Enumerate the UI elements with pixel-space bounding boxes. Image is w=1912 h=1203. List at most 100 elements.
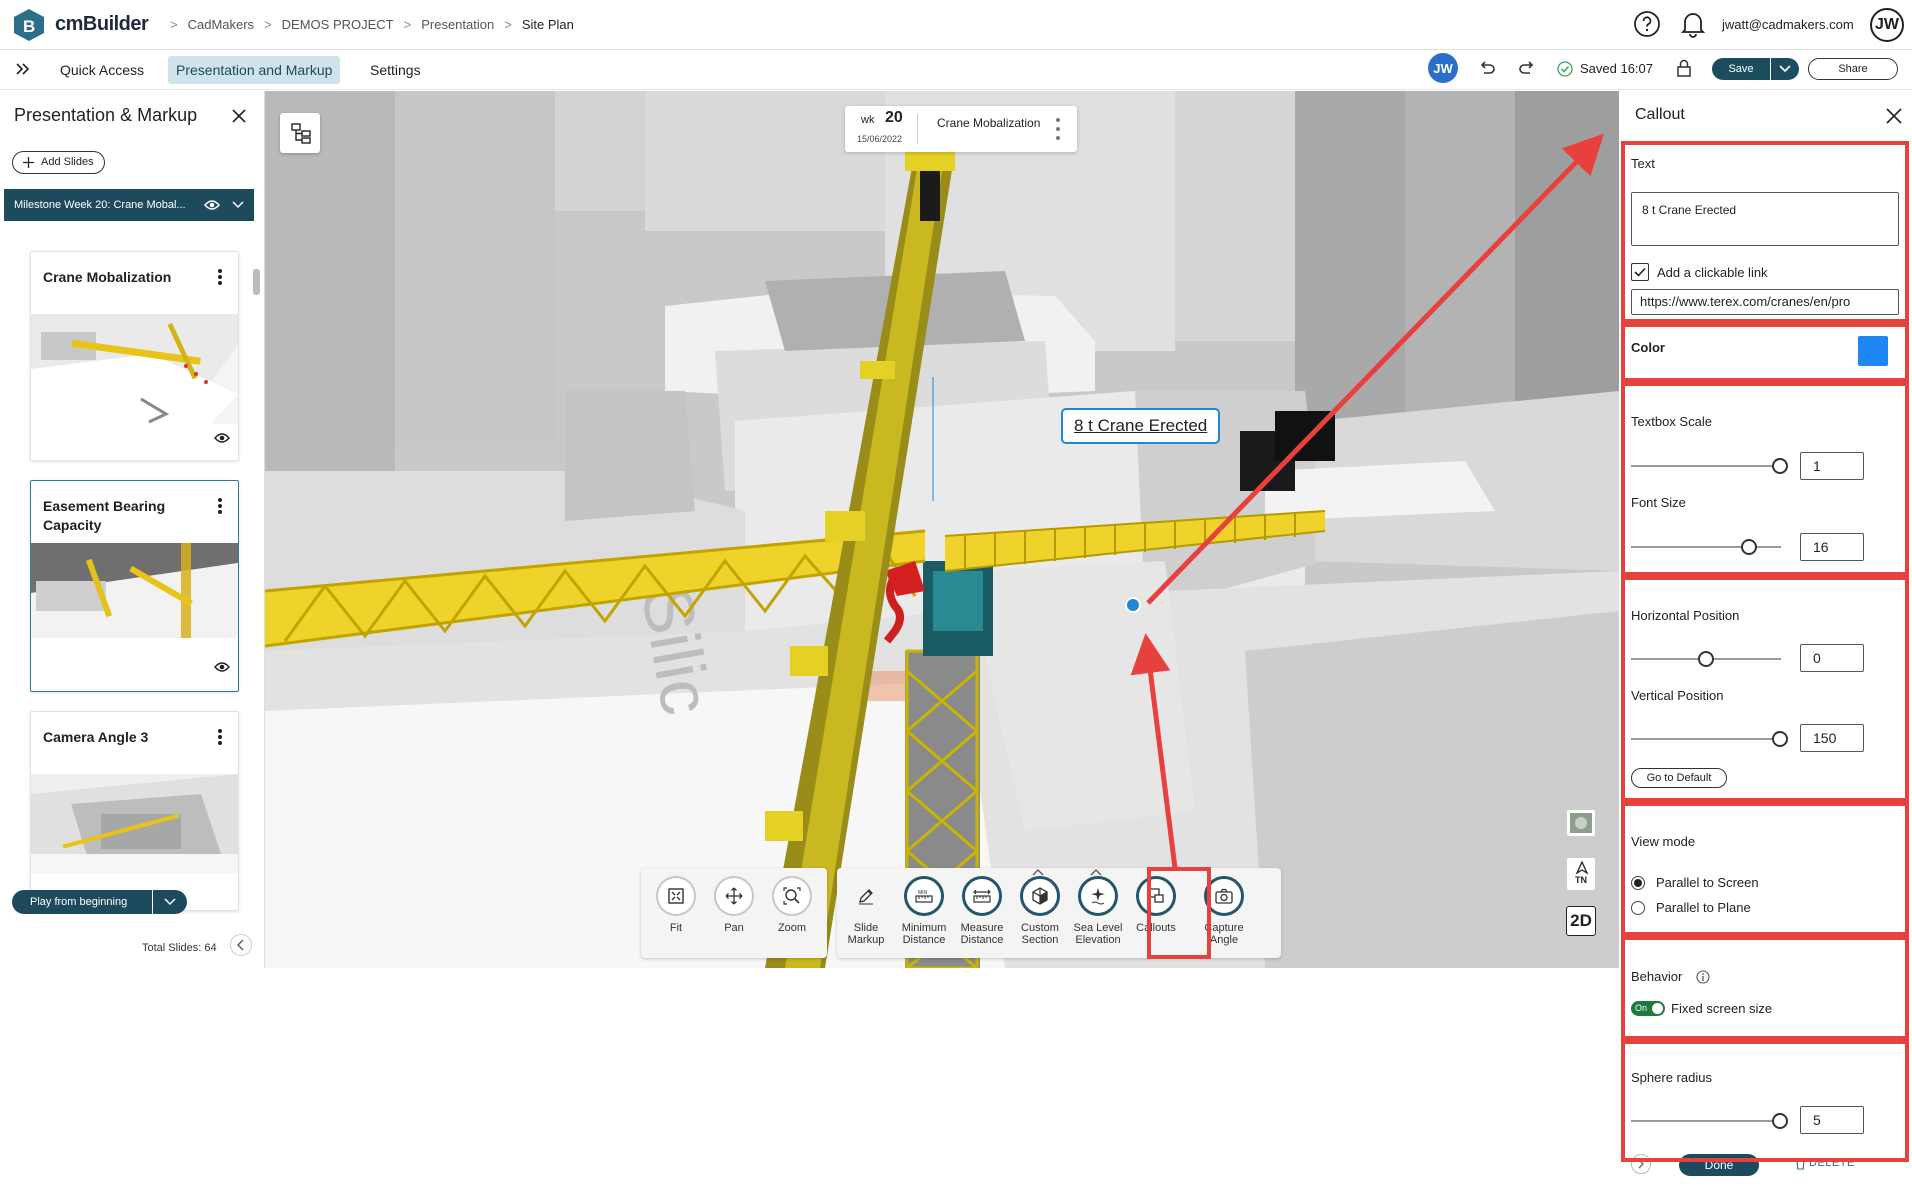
radio-label: Parallel to Plane [1656, 900, 1751, 915]
sea-level-elevation-button[interactable]: Sea Level Elevation [1069, 869, 1127, 946]
redo-icon[interactable] [1517, 59, 1537, 79]
svg-text:MIN: MIN [918, 890, 928, 896]
breadcrumb-item[interactable]: Presentation [421, 17, 494, 32]
breadcrumb-item[interactable]: DEMOS PROJECT [282, 17, 394, 32]
collapse-panel-button[interactable] [230, 934, 252, 956]
chevron-left-icon [237, 939, 244, 951]
done-button[interactable]: Done [1679, 1154, 1759, 1176]
more-options-icon[interactable] [1055, 116, 1061, 142]
expand-sidebar-icon[interactable] [14, 60, 32, 78]
minimap-thumbnail-button[interactable] [1566, 809, 1596, 837]
tree-hierarchy-icon [291, 123, 311, 144]
slide-title: Crane Mobalization [43, 269, 172, 285]
user-avatar[interactable]: JW [1870, 8, 1904, 42]
tool-label: Distance [902, 934, 946, 946]
play-from-beginning-button[interactable]: Play from beginning [12, 890, 152, 914]
breadcrumb-current: Site Plan [521, 17, 574, 32]
eye-icon[interactable] [214, 661, 230, 673]
2d-mode-button[interactable]: 2D [1566, 906, 1596, 936]
vertical-position-slider[interactable] [1631, 738, 1781, 740]
callout-anchor-sphere[interactable] [1125, 597, 1141, 613]
slider-thumb[interactable] [1772, 1113, 1788, 1129]
textbox-scale-slider[interactable] [1631, 465, 1781, 467]
panel-title: Callout [1635, 106, 1685, 123]
save-button[interactable]: Save [1712, 58, 1770, 80]
true-north-button[interactable]: TN [1566, 857, 1596, 891]
font-size-label: Font Size [1631, 495, 1686, 510]
slider-thumb[interactable] [1772, 731, 1788, 747]
breadcrumb: > CadMakers > DEMOS PROJECT > Presentati… [170, 17, 574, 32]
eye-icon[interactable] [214, 432, 230, 444]
milestone-dropdown[interactable]: Milestone Week 20: Crane Mobal... [4, 189, 254, 221]
minimum-distance-button[interactable]: MIN Minimum Distance [895, 876, 953, 946]
vertical-position-input[interactable]: 150 [1800, 724, 1864, 752]
tool-label: Distance [960, 934, 1004, 946]
color-picker-swatch[interactable] [1858, 336, 1888, 366]
save-options-dropdown[interactable] [1771, 58, 1799, 80]
milestone-week-card[interactable]: wk 20 15/06/2022 Crane Mobalization [845, 106, 1077, 152]
add-slides-button[interactable]: Add Slides [12, 151, 105, 174]
more-options-icon[interactable] [217, 268, 223, 286]
3d-viewport[interactable]: Silic wk 20 15/06/2022 Crane Mobalizatio… [265, 91, 1619, 968]
radio-parallel-to-screen[interactable] [1631, 876, 1645, 890]
delete-button[interactable]: DELETE [1796, 1157, 1855, 1170]
tool-label: Elevation [1075, 934, 1121, 946]
pan-button[interactable]: Pan [705, 876, 763, 934]
close-icon[interactable] [1885, 107, 1903, 125]
next-callout-button[interactable] [1631, 1154, 1651, 1174]
slide-card-selected[interactable]: Easement Bearing Capacity [30, 480, 239, 692]
clickable-link-checkbox[interactable] [1631, 263, 1649, 281]
callouts-button[interactable]: Callouts [1127, 876, 1185, 934]
textbox-scale-input[interactable]: 1 [1800, 452, 1864, 480]
undo-icon[interactable] [1477, 59, 1497, 79]
radio-parallel-to-plane[interactable] [1631, 901, 1645, 915]
plus-icon [23, 157, 34, 168]
slider-thumb[interactable] [1741, 539, 1757, 555]
slides-scrollbar[interactable] [253, 269, 260, 295]
link-url-input[interactable]: https://www.terex.com/cranes/en/pro [1631, 289, 1899, 315]
week-slide-title: Crane Mobalization [937, 116, 1041, 130]
help-icon[interactable] [1633, 10, 1661, 38]
eye-icon[interactable] [204, 199, 220, 211]
slider-thumb[interactable] [1698, 651, 1714, 667]
tab-settings[interactable]: Settings [362, 56, 429, 84]
lock-icon[interactable] [1675, 58, 1693, 78]
notifications-bell-icon[interactable] [1680, 10, 1706, 38]
slide-markup-button[interactable]: Slide Markup [837, 876, 895, 946]
tab-presentation-and-markup[interactable]: Presentation and Markup [168, 56, 341, 84]
slide-card[interactable]: Crane Mobalization [30, 251, 239, 461]
close-icon[interactable] [230, 107, 248, 125]
fixed-screen-size-toggle[interactable]: On [1631, 1001, 1665, 1016]
info-icon[interactable] [1696, 970, 1710, 984]
tab-quick-access[interactable]: Quick Access [52, 56, 152, 84]
more-options-icon[interactable] [217, 497, 223, 515]
user-email[interactable]: jwatt@cadmakers.com [1722, 17, 1854, 32]
more-options-icon[interactable] [217, 728, 223, 746]
fixed-screen-size-label: Fixed screen size [1671, 1001, 1773, 1016]
chevron-down-icon[interactable] [232, 200, 244, 210]
collaborator-avatar[interactable]: JW [1428, 53, 1458, 83]
sphere-radius-input[interactable]: 5 [1800, 1106, 1864, 1134]
model-tree-button[interactable] [280, 113, 320, 153]
slider-thumb[interactable] [1772, 458, 1788, 474]
breadcrumb-item[interactable]: CadMakers [188, 17, 254, 32]
sphere-radius-slider[interactable] [1631, 1120, 1781, 1122]
custom-section-button[interactable]: Custom Section [1011, 869, 1069, 946]
font-size-input[interactable]: 16 [1800, 533, 1864, 561]
callout-text-input[interactable]: 8 t Crane Erected [1631, 192, 1899, 246]
horizontal-position-input[interactable]: 0 [1800, 644, 1864, 672]
go-to-default-button[interactable]: Go to Default [1631, 768, 1727, 788]
chevron-up-icon[interactable] [1090, 868, 1102, 876]
fit-button[interactable]: Fit [647, 876, 705, 934]
measure-distance-button[interactable]: Measure Distance [953, 876, 1011, 946]
total-slides-count: Total Slides: 64 [142, 942, 217, 954]
cmbuilder-logo-icon[interactable]: B [12, 8, 46, 42]
capture-angle-button[interactable]: Capture Angle [1195, 876, 1253, 946]
font-size-slider[interactable] [1631, 546, 1781, 548]
share-button[interactable]: Share [1808, 58, 1898, 80]
chevron-up-icon[interactable] [1032, 868, 1044, 876]
play-options-dropdown[interactable] [153, 890, 187, 914]
callout-link-label[interactable]: 8 t Crane Erected [1061, 408, 1221, 444]
zoom-button[interactable]: Zoom [763, 876, 821, 934]
slide-card[interactable]: Camera Angle 3 [30, 711, 239, 911]
